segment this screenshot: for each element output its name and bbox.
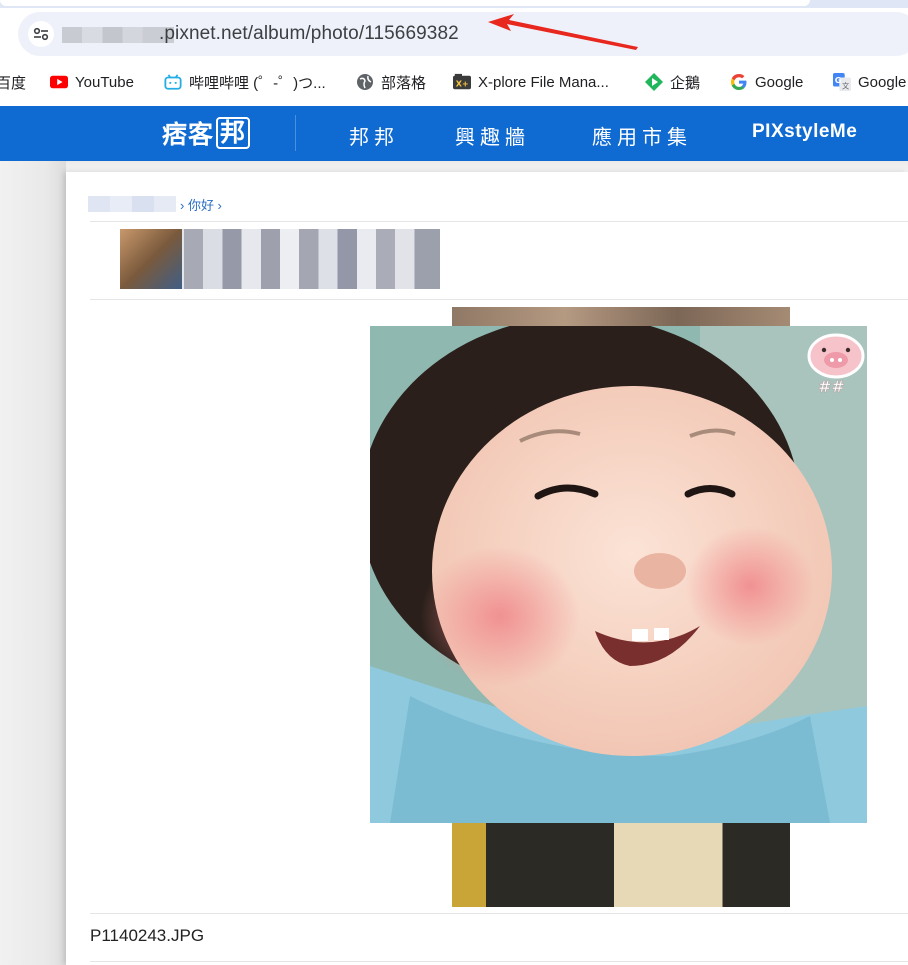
bookmark-google[interactable]: Google [730,70,803,94]
globe-icon [356,73,374,91]
bookmark-label: 哔哩哔哩 (゜-゜)つ... [189,74,326,92]
bookmark-google-translate[interactable]: G文 Google [833,70,906,94]
nav-divider [295,115,296,151]
site-info-icon[interactable] [28,21,54,47]
bookmarks-bar: 百度 YouTube 哔哩哔哩 (゜-゜)つ... 部落格 X+ X-plore… [0,62,908,102]
pixnet-header: 痞客 邦 邦邦 興趣牆 應用市集 PIXstyleMe [0,106,908,161]
author-avatar-redacted[interactable] [120,229,182,289]
bookmark-blog[interactable]: 部落格 [356,70,426,94]
svg-text:X+: X+ [456,79,469,89]
pig-sticker-icon: ## [807,333,865,396]
pixnet-logo[interactable]: 痞客 邦 [162,114,251,152]
xplore-icon: X+ [453,73,471,91]
bookmark-label: YouTube [75,73,134,91]
photo-filename: P1140243.JPG [90,926,205,945]
divider [90,221,908,222]
logo-text-boxed: 邦 [216,117,251,149]
svg-text:G: G [835,75,842,85]
breadcrumb-redacted [88,196,176,212]
overlay-meme-image [370,326,867,823]
url-text[interactable]: .pixnet.net/album/photo/115669382 [159,23,459,45]
photo-top-strip [452,307,790,327]
logo-text: 痞客 [162,121,215,149]
active-tab-edge[interactable] [0,0,810,6]
bookmark-label: Google [858,73,907,91]
svg-text:文: 文 [842,81,849,90]
bookmark-bilibili[interactable]: 哔哩哔哩 (゜-゜)つ... [164,70,326,94]
google-translate-icon: G文 [833,73,851,91]
bookmark-xplore[interactable]: X+ X-plore File Mana... [453,70,609,94]
bookmark-youtube[interactable]: YouTube [50,70,134,94]
breadcrumb: › 你好 › [88,195,222,213]
nav-bangbang[interactable]: 邦邦 [349,121,399,150]
nav-app-market[interactable]: 應用市集 [592,121,692,150]
bilibili-icon [164,73,182,91]
google-icon [730,73,748,91]
tencent-video-icon [645,73,663,91]
bookmark-label: Google [755,73,804,91]
divider [90,961,908,962]
annotation-arrow-icon [488,14,638,50]
bookmark-baidu[interactable]: 百度 [0,70,26,94]
url-redacted-prefix [62,27,174,43]
divider [90,913,908,914]
svg-text:##: ## [818,377,845,396]
address-bar[interactable]: .pixnet.net/album/photo/115669382 [18,12,908,56]
bookmark-tencent[interactable]: 企鵝 [645,70,700,94]
bookmark-label: 部落格 [381,74,427,92]
bookmark-label: X-plore File Mana... [478,73,609,91]
bookmark-label: 企鵝 [670,74,701,92]
divider [90,299,908,300]
tab-strip [0,0,908,8]
photo-bottom-strip [452,823,790,907]
nav-interest-wall[interactable]: 興趣牆 [455,121,530,150]
breadcrumb-link[interactable]: › 你好 › [180,195,222,214]
left-gutter [0,161,66,965]
youtube-icon [50,73,68,91]
nav-pixstyleme[interactable]: PIXstyleMe [752,121,857,143]
bookmark-label: 百度 [0,74,27,92]
browser-toolbar: .pixnet.net/album/photo/115669382 [0,8,908,62]
